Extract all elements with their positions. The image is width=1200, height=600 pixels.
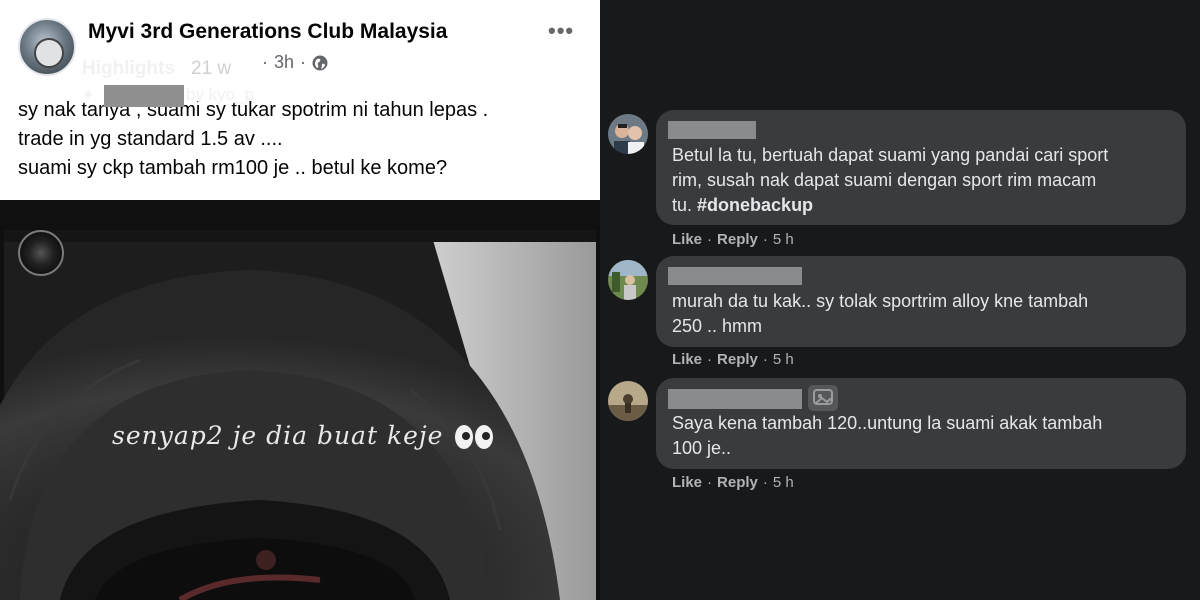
- reply-button[interactable]: Reply: [717, 231, 758, 248]
- post-meta: · 3h ·: [262, 52, 328, 73]
- commenter-avatar[interactable]: [608, 260, 648, 300]
- meta-bullet-2: ·: [300, 52, 307, 72]
- comment-actions: Like · Reply · 5 h: [672, 474, 794, 491]
- like-button[interactable]: Like: [672, 231, 702, 248]
- globe-icon: [312, 55, 328, 70]
- group-avatar[interactable]: [18, 18, 76, 76]
- comment-line: Betul la tu, bertuah dapat suami yang pa…: [672, 145, 1109, 165]
- comment-text: Betul la tu, bertuah dapat suami yang pa…: [672, 143, 1108, 218]
- story-avatar[interactable]: [18, 230, 64, 276]
- post-body: sy nak tanya , suami sy tukar spotrim ni…: [18, 96, 588, 183]
- story-age: 21 w: [191, 58, 232, 79]
- comment-time[interactable]: 5 h: [773, 474, 794, 491]
- reply-button[interactable]: Reply: [717, 474, 758, 491]
- comment-bubble: Betul la tu, bertuah dapat suami yang pa…: [656, 110, 1186, 225]
- comment-time[interactable]: 5 h: [773, 351, 794, 368]
- facebook-post: Myvi 3rd Generations Club Malaysia · 3h …: [0, 0, 600, 600]
- more-options-icon[interactable]: •••: [548, 18, 574, 44]
- comment-actions: Like · Reply · 5 h: [672, 231, 794, 248]
- comment-line: tu. #donebackup: [672, 193, 1108, 218]
- sparkle-icon: ✦: [82, 87, 95, 104]
- comment-line: 250 .. hmm: [672, 316, 763, 336]
- comment-time[interactable]: 5 h: [773, 231, 794, 248]
- redacted-commenter-name: [668, 267, 802, 285]
- avatar-photo: [608, 381, 648, 421]
- sticker-icon[interactable]: [808, 385, 838, 411]
- story-caption: senyap2 je dia buat keje: [112, 421, 444, 450]
- comment-line: Saya kena tambah 120..untung la suami ak…: [672, 413, 1103, 433]
- comment-line: murah da tu kak.. sy tolak sportrim allo…: [672, 291, 1089, 311]
- story-title[interactable]: Highlights: [82, 58, 175, 80]
- post-line: suami sy ckp tambah rm100 je .. betul ke…: [18, 157, 448, 179]
- reply-button[interactable]: Reply: [717, 351, 758, 368]
- commenter-avatar[interactable]: [608, 114, 648, 154]
- redacted-commenter-name: [668, 389, 802, 409]
- redacted-name: [104, 85, 184, 107]
- eyes-emoji-icon: [455, 425, 493, 449]
- story-image[interactable]: [0, 200, 600, 600]
- comment-text: murah da tu kak.. sy tolak sportrim allo…: [672, 289, 1088, 339]
- commenter-avatar[interactable]: [608, 381, 648, 421]
- comment-line: 100 je..: [672, 438, 732, 458]
- redacted-commenter-name: [668, 121, 756, 139]
- comments-panel: Betul la tu, bertuah dapat suami yang pa…: [600, 0, 1200, 600]
- group-name[interactable]: Myvi 3rd Generations Club Malaysia: [88, 20, 447, 44]
- comment-bubble: murah da tu kak.. sy tolak sportrim allo…: [656, 256, 1186, 347]
- meta-bullet: ·: [262, 52, 268, 72]
- sticker-glyph: [813, 389, 833, 405]
- comment-line: rim, susah nak dapat suami dengan sport …: [672, 170, 1097, 190]
- like-button[interactable]: Like: [672, 474, 702, 491]
- story-credit: by kyo_p: [186, 85, 255, 104]
- comment-text: Saya kena tambah 120..untung la suami ak…: [672, 411, 1102, 461]
- avatar-photo: [608, 260, 648, 300]
- like-button[interactable]: Like: [672, 351, 702, 368]
- avatar-photo: [608, 114, 648, 154]
- comment-actions: Like · Reply · 5 h: [672, 351, 794, 368]
- post-timestamp[interactable]: 3h: [274, 52, 294, 73]
- post-line: trade in yg standard 1.5 av ....: [18, 128, 283, 150]
- tire-photo: [0, 200, 600, 600]
- comment-bubble: Saya kena tambah 120..untung la suami ak…: [656, 378, 1186, 469]
- hashtag-link[interactable]: #donebackup: [697, 195, 813, 215]
- comment-line-text: tu.: [672, 195, 693, 215]
